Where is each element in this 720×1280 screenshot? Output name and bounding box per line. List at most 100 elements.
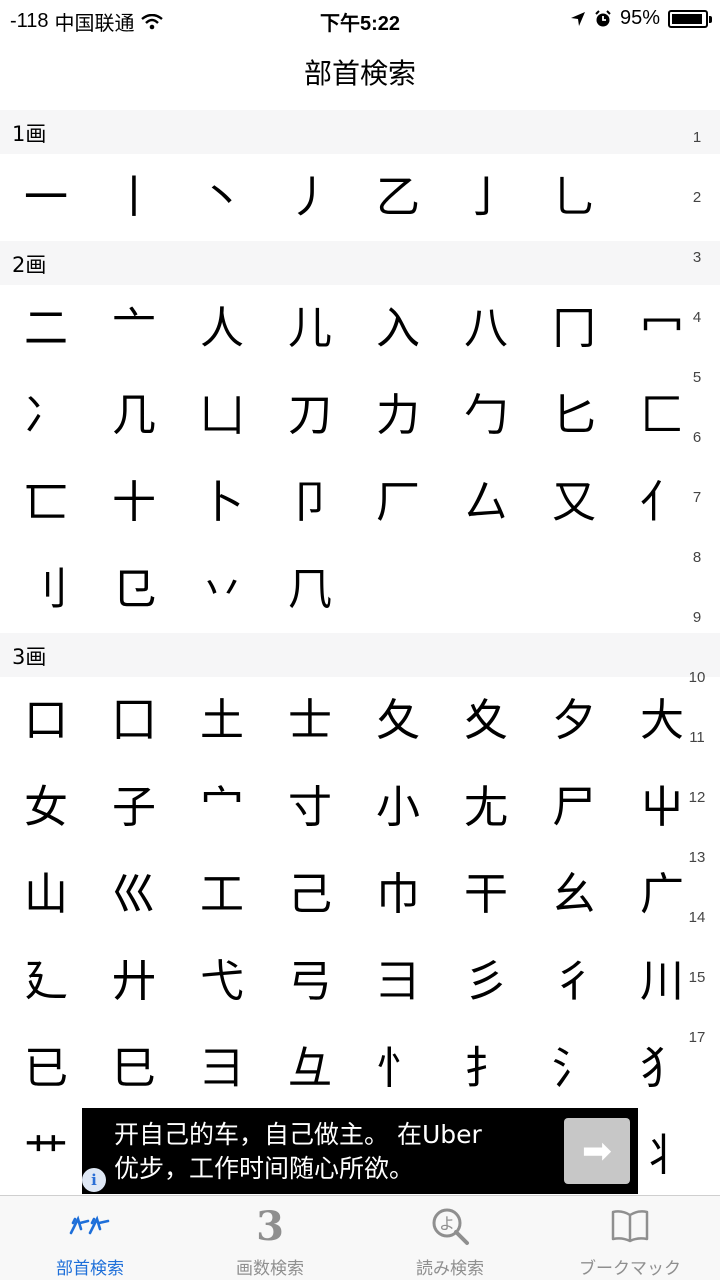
index-item[interactable]: 12: [682, 788, 712, 848]
radical-cell[interactable]: 夕: [530, 677, 618, 764]
index-item[interactable]: 10: [682, 668, 712, 728]
ad-text[interactable]: 开自己的车，自己做主。 在Uber 优步，工作时间随心所欲。: [114, 1118, 482, 1186]
radical-cell[interactable]: 巳: [90, 1025, 178, 1112]
radical-cell[interactable]: 乚: [530, 154, 618, 241]
radical-cell[interactable]: 己: [266, 851, 354, 938]
radical-cell[interactable]: 𠘨: [266, 546, 354, 633]
radical-cell[interactable]: 刂: [2, 546, 90, 633]
radical-cell[interactable]: 刀: [266, 372, 354, 459]
radical-cell[interactable]: 彐: [178, 1025, 266, 1112]
radical-cell[interactable]: 廴: [2, 938, 90, 1025]
tab-stroke-count-search[interactable]: 3 画数検索: [180, 1196, 360, 1280]
radical-cell[interactable]: 氵: [530, 1025, 618, 1112]
radical-cell[interactable]: 厂: [354, 459, 442, 546]
index-item[interactable]: 2: [682, 188, 712, 248]
radical-cell[interactable]: 弓: [266, 938, 354, 1025]
tab-label: 部首検索: [56, 1259, 124, 1279]
ad-banner[interactable]: 开自己的车，自己做主。 在Uber 优步，工作时间随心所欲。 ➡: [82, 1108, 638, 1194]
index-item[interactable]: 4: [682, 308, 712, 368]
radical-cell[interactable]: 亅: [442, 154, 530, 241]
radical-cell[interactable]: 宀: [178, 764, 266, 851]
radical-cell[interactable]: 囗: [90, 677, 178, 764]
ad-arrow-button[interactable]: ➡: [564, 1118, 630, 1184]
radical-cell[interactable]: 已: [2, 1025, 90, 1112]
radical-cell[interactable]: 巾: [354, 851, 442, 938]
radical-cell[interactable]: 山: [2, 851, 90, 938]
index-item[interactable]: 11: [682, 728, 712, 788]
radical-cell[interactable]: 几: [90, 372, 178, 459]
radical-cell[interactable]: 丿: [266, 154, 354, 241]
index-item[interactable]: 7: [682, 488, 712, 548]
radical-cell[interactable]: 尸: [530, 764, 618, 851]
radical-cell[interactable]: 勹: [442, 372, 530, 459]
radical-cell[interactable]: 丶: [178, 154, 266, 241]
radical-cell[interactable]: 尢: [442, 764, 530, 851]
section-header: 3画: [0, 633, 720, 677]
radical-cell[interactable]: 士: [266, 677, 354, 764]
index-item[interactable]: 15: [682, 968, 712, 1028]
tab-bookmark[interactable]: ブークマック: [540, 1196, 720, 1280]
index-item[interactable]: 6: [682, 428, 712, 488]
index-item[interactable]: 3: [682, 248, 712, 308]
radical-cell[interactable]: 冂: [530, 285, 618, 372]
index-item[interactable]: 14: [682, 908, 712, 968]
radical-cell[interactable]: 弋: [178, 938, 266, 1025]
radical-cell[interactable]: 一: [2, 154, 90, 241]
radical-cell[interactable]: 丨: [90, 154, 178, 241]
section-index-bar[interactable]: 1 2 3 4 5 6 7 8 9 10 11 12 13 14 15 17: [682, 128, 712, 1088]
radical-cell[interactable]: 入: [354, 285, 442, 372]
radical-cell[interactable]: 扌: [442, 1025, 530, 1112]
radical-cell[interactable]: 冫: [2, 372, 90, 459]
index-item[interactable]: 13: [682, 848, 712, 908]
radical-cell[interactable]: 工: [178, 851, 266, 938]
radical-cell[interactable]: 巛: [90, 851, 178, 938]
radical-cell[interactable]: 凵: [178, 372, 266, 459]
radical-cell[interactable]: 忄: [354, 1025, 442, 1112]
radical-search-icon: [0, 1204, 180, 1248]
radical-cell[interactable]: 亠: [90, 285, 178, 372]
radical-cell[interactable]: 八: [442, 285, 530, 372]
index-item[interactable]: 1: [682, 128, 712, 188]
radical-cell[interactable]: 廾: [90, 938, 178, 1025]
radical-cell[interactable]: 子: [90, 764, 178, 851]
arrow-right-icon: ➡: [581, 1130, 613, 1172]
radical-cell[interactable]: 乙: [354, 154, 442, 241]
radical-cell[interactable]: 彡: [442, 938, 530, 1025]
radical-cell[interactable]: 丷: [178, 546, 266, 633]
radical-cell[interactable]: 儿: [266, 285, 354, 372]
radical-cell[interactable]: 卜: [178, 459, 266, 546]
radical-cell[interactable]: 艹: [2, 1112, 90, 1195]
svg-text:よ: よ: [439, 1214, 455, 1233]
radical-list[interactable]: 1画一丨丶丿乙亅乚 2画二亠人儿入八冂冖冫几凵刀力勹匕匚匸十卜卩厂厶又亻刂㔾丷 𠘨 3…: [0, 110, 720, 1195]
radical-cell[interactable]: 匸: [2, 459, 90, 546]
index-item[interactable]: 8: [682, 548, 712, 608]
radical-cell[interactable]: 寸: [266, 764, 354, 851]
radical-cell[interactable]: 土: [178, 677, 266, 764]
radical-cell[interactable]: 彐: [354, 938, 442, 1025]
radical-cell[interactable]: 十: [90, 459, 178, 546]
radical-cell[interactable]: 匕: [530, 372, 618, 459]
radical-cell[interactable]: 彳: [530, 938, 618, 1025]
radical-cell[interactable]: 彑: [266, 1025, 354, 1112]
ad-info-icon[interactable]: i: [82, 1168, 106, 1192]
radical-cell[interactable]: 二: [2, 285, 90, 372]
radical-cell[interactable]: 夂: [354, 677, 442, 764]
index-item[interactable]: 17: [682, 1028, 712, 1088]
battery-icon: [668, 9, 712, 28]
radical-cell[interactable]: 小: [354, 764, 442, 851]
index-item[interactable]: 9: [682, 608, 712, 668]
radical-cell[interactable]: 卩: [266, 459, 354, 546]
radical-cell[interactable]: 女: [2, 764, 90, 851]
radical-cell[interactable]: 厶: [442, 459, 530, 546]
radical-cell[interactable]: 夊: [442, 677, 530, 764]
radical-cell[interactable]: 又: [530, 459, 618, 546]
radical-cell[interactable]: 口: [2, 677, 90, 764]
index-item[interactable]: 5: [682, 368, 712, 428]
radical-cell[interactable]: 人: [178, 285, 266, 372]
tab-reading-search[interactable]: よ 読み検索: [360, 1196, 540, 1280]
radical-cell[interactable]: 㔾: [90, 546, 178, 633]
radical-cell[interactable]: 力: [354, 372, 442, 459]
radical-cell[interactable]: 干: [442, 851, 530, 938]
tab-radical-search[interactable]: 部首検索: [0, 1196, 180, 1280]
radical-cell[interactable]: 幺: [530, 851, 618, 938]
